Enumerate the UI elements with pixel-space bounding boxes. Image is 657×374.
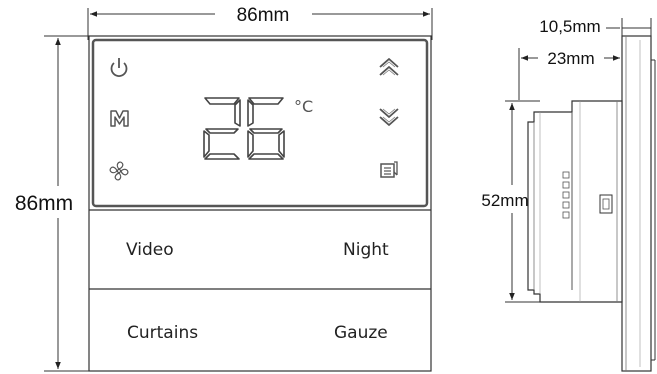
key-label-video[interactable]: Video xyxy=(126,240,174,260)
total-depth-label: 23mm xyxy=(547,49,594,68)
plate-depth-label: 10,5mm xyxy=(539,17,600,36)
technical-drawing: 86mm 86mm °C Video Night Curtains Gauze … xyxy=(15,5,656,372)
key-label-curtains[interactable]: Curtains xyxy=(127,323,198,343)
side-view: 10,5mm 23mm 52mm xyxy=(481,17,656,372)
front-plate xyxy=(88,35,432,372)
width-dimension-label: 86mm xyxy=(237,5,290,26)
key-label-night[interactable]: Night xyxy=(343,240,389,260)
body-height-label: 52mm xyxy=(481,191,528,210)
height-dimension-label: 86mm xyxy=(15,192,73,215)
side-connector xyxy=(599,194,613,214)
temperature-unit: °C xyxy=(294,97,313,116)
front-view: 86mm 86mm °C Video Night Curtains Gauze xyxy=(15,5,433,372)
key-label-gauze[interactable]: Gauze xyxy=(334,323,388,343)
